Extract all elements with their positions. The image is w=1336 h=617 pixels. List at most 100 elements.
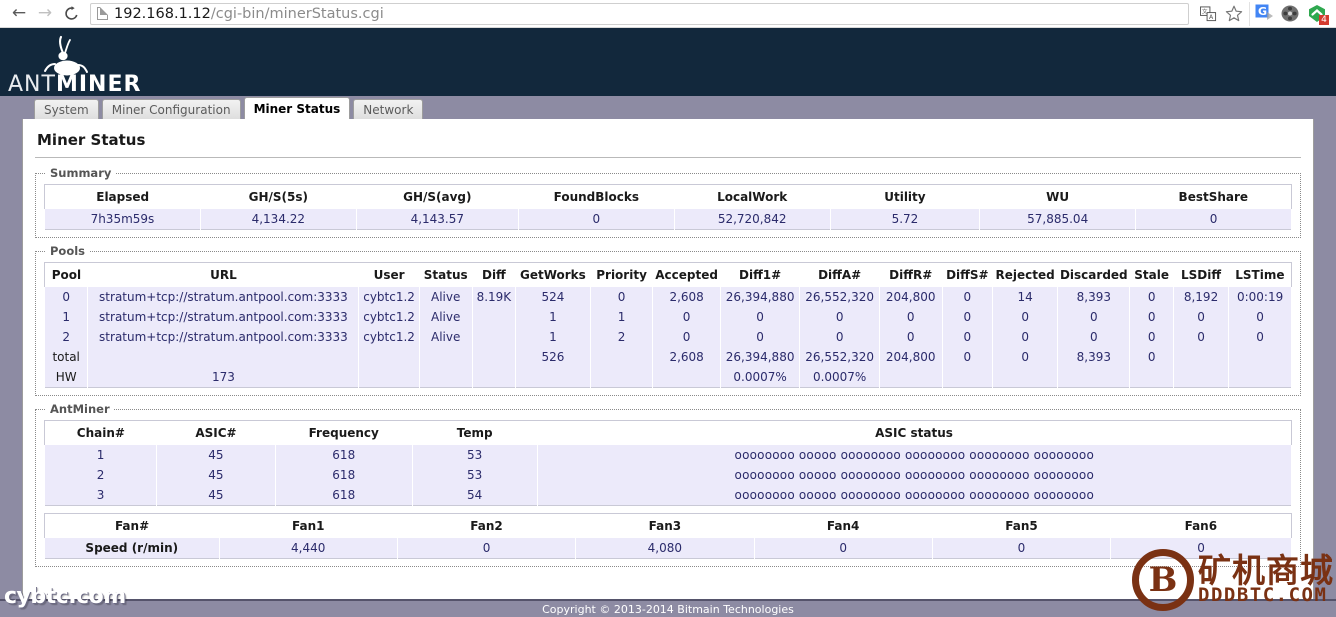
cell-diffa: 0.0007%	[799, 367, 880, 388]
tab-label: Miner Status	[253, 101, 341, 116]
cell-diffr: 0	[878, 327, 943, 347]
cell-stale: 0	[1129, 327, 1174, 347]
antminer-legend: AntMiner	[50, 402, 110, 416]
forward-arrow-icon[interactable]: →	[32, 2, 58, 26]
cell-priority: 0	[589, 287, 654, 307]
tab-miner-configuration[interactable]: Miner Configuration	[101, 99, 241, 119]
cell-lstime: 0	[1228, 327, 1292, 347]
extension-badge-count: 4	[1319, 14, 1329, 25]
pools-table: Pool URL User Status Diff GetWorks Prior…	[43, 262, 1292, 388]
cell-fan1-speed: 4,440	[218, 538, 398, 559]
cell-stale	[1129, 367, 1174, 388]
reload-icon[interactable]	[58, 2, 84, 26]
col-fan3: Fan3	[575, 513, 755, 538]
cell-user	[358, 347, 420, 367]
table-row: total 526 2,608 26,394,880 26,552,320 204,800…	[43, 347, 1292, 367]
shop-watermark-text: 矿机商城 DDDBTC.COM	[1198, 550, 1334, 605]
cell-diffs: 0	[941, 347, 994, 367]
back-arrow-icon[interactable]: ←	[6, 2, 32, 26]
summary-section: Summary Elapsed GH/S(5s) GH/S(avg) Found…	[35, 166, 1301, 238]
translate-icon[interactable]: 文 A	[1195, 2, 1221, 26]
tab-network[interactable]: Network	[353, 99, 424, 119]
cell-status: Alive	[418, 307, 473, 327]
url-text: 192.168.1.12/cgi-bin/minerStatus.cgi	[114, 6, 384, 22]
col-diffs: DiffS#	[942, 262, 993, 287]
col-pool: Pool	[44, 262, 88, 287]
table-row: 2 45 618 53 oooooooo ooooo oooooooo oooooooo…	[43, 465, 1293, 485]
cell-diff1: 26,394,880	[719, 347, 801, 367]
cell-url	[87, 347, 360, 367]
cell-diff	[471, 347, 517, 367]
col-foundblocks: FoundBlocks	[518, 184, 675, 209]
cell-diffs: 0	[941, 327, 994, 347]
cell-temp: 53	[411, 445, 538, 465]
tab-label: System	[44, 102, 89, 117]
cell-accepted: 2,608	[652, 287, 721, 307]
main-tabstrip: System Miner Configuration Miner Status …	[0, 96, 1336, 119]
star-icon[interactable]	[1221, 2, 1247, 26]
cell-getworks: 526	[515, 347, 591, 367]
col-fan4: Fan4	[754, 513, 933, 538]
tab-system[interactable]: System	[34, 99, 99, 119]
cell-asic-status: oooooooo ooooo oooooooo oooooooo ooooooo…	[536, 465, 1293, 485]
cell-chain: 2	[43, 465, 158, 485]
col-user: User	[358, 262, 420, 287]
cell-pool: 2	[43, 327, 89, 347]
cell-fan2-speed: 0	[396, 538, 577, 559]
shop-name-cn: 矿机商城	[1198, 550, 1334, 590]
status-card: Miner Status Summary Elapsed GH/S(5s) GH…	[22, 119, 1314, 617]
cell-accepted	[652, 367, 721, 388]
cell-diffa: 26,552,320	[799, 347, 880, 367]
cell-lstime: 0:00:19	[1228, 287, 1292, 307]
shop-watermark: B 矿机商城 DDDBTC.COM	[1132, 549, 1334, 611]
col-fan-number: Fan#	[44, 513, 220, 538]
col-diff: Diff	[472, 262, 516, 287]
cell-url: 173	[87, 367, 360, 388]
table-row: 0 stratum+tcp://stratum.antpool.com:3333 c…	[43, 287, 1292, 307]
cell-url: stratum+tcp://stratum.antpool.com:3333	[87, 287, 360, 307]
col-frequency: Frequency	[275, 420, 413, 445]
brand-wordmark: ANTMINER	[8, 72, 141, 97]
content-area: Miner Status Summary Elapsed GH/S(5s) GH…	[0, 119, 1336, 617]
col-discarded: Discarded	[1057, 262, 1130, 287]
cell-fan4-speed: 0	[753, 538, 933, 559]
cell-asic: 45	[156, 465, 276, 485]
table-header-row: Elapsed GH/S(5s) GH/S(avg) FoundBlocks L…	[44, 184, 1292, 209]
cell-rejected: 0	[992, 307, 1059, 327]
address-bar[interactable]: 192.168.1.12/cgi-bin/minerStatus.cgi	[90, 2, 1189, 25]
cell-accepted: 0	[652, 307, 721, 327]
svg-text:G: G	[1258, 5, 1267, 18]
cell-ghsavg: 4,143.57	[355, 209, 519, 230]
cell-ghs5s: 4,134.22	[199, 209, 357, 230]
cell-stale: 0	[1129, 287, 1174, 307]
table-row: 7h35m59s 4,134.22 4,143.57 0 52,720,842 …	[44, 209, 1292, 230]
col-fan5: Fan5	[932, 513, 1111, 538]
cell-user	[358, 367, 420, 388]
table-row: 1 stratum+tcp://stratum.antpool.com:3333 c…	[43, 307, 1292, 327]
tab-miner-status[interactable]: Miner Status	[243, 97, 351, 119]
green-shield-extension-icon[interactable]: 4	[1304, 2, 1330, 26]
copyright-text: Copyright © 2013-2014 Bitmain Technologi…	[542, 603, 794, 616]
cell-diffs	[941, 367, 994, 388]
google-translate-extension-icon[interactable]: G	[1252, 2, 1278, 26]
cell-diffr: 204,800	[878, 347, 943, 367]
cell-diff	[471, 367, 517, 388]
cell-user: cybtc1.2	[358, 307, 420, 327]
cell-stale: 0	[1129, 307, 1174, 327]
cell-getworks: 524	[515, 287, 591, 307]
col-status: Status	[419, 262, 473, 287]
cell-status	[418, 347, 473, 367]
cell-diff	[471, 307, 517, 327]
col-diffa: DiffA#	[799, 262, 880, 287]
cell-rejected	[992, 367, 1059, 388]
col-getworks: GetWorks	[515, 262, 591, 287]
cell-lsdiff	[1172, 367, 1230, 388]
cell-status	[418, 367, 473, 388]
col-asic: ASIC#	[156, 420, 276, 445]
table-row: 1 45 618 53 oooooooo ooooo oooooooo oooooooo…	[43, 445, 1293, 465]
cell-pool: HW	[43, 367, 89, 388]
film-reel-extension-icon[interactable]	[1278, 2, 1304, 26]
cell-status: Alive	[418, 287, 473, 307]
col-fan1: Fan1	[219, 513, 398, 538]
col-ghs5s: GH/S(5s)	[200, 184, 357, 209]
